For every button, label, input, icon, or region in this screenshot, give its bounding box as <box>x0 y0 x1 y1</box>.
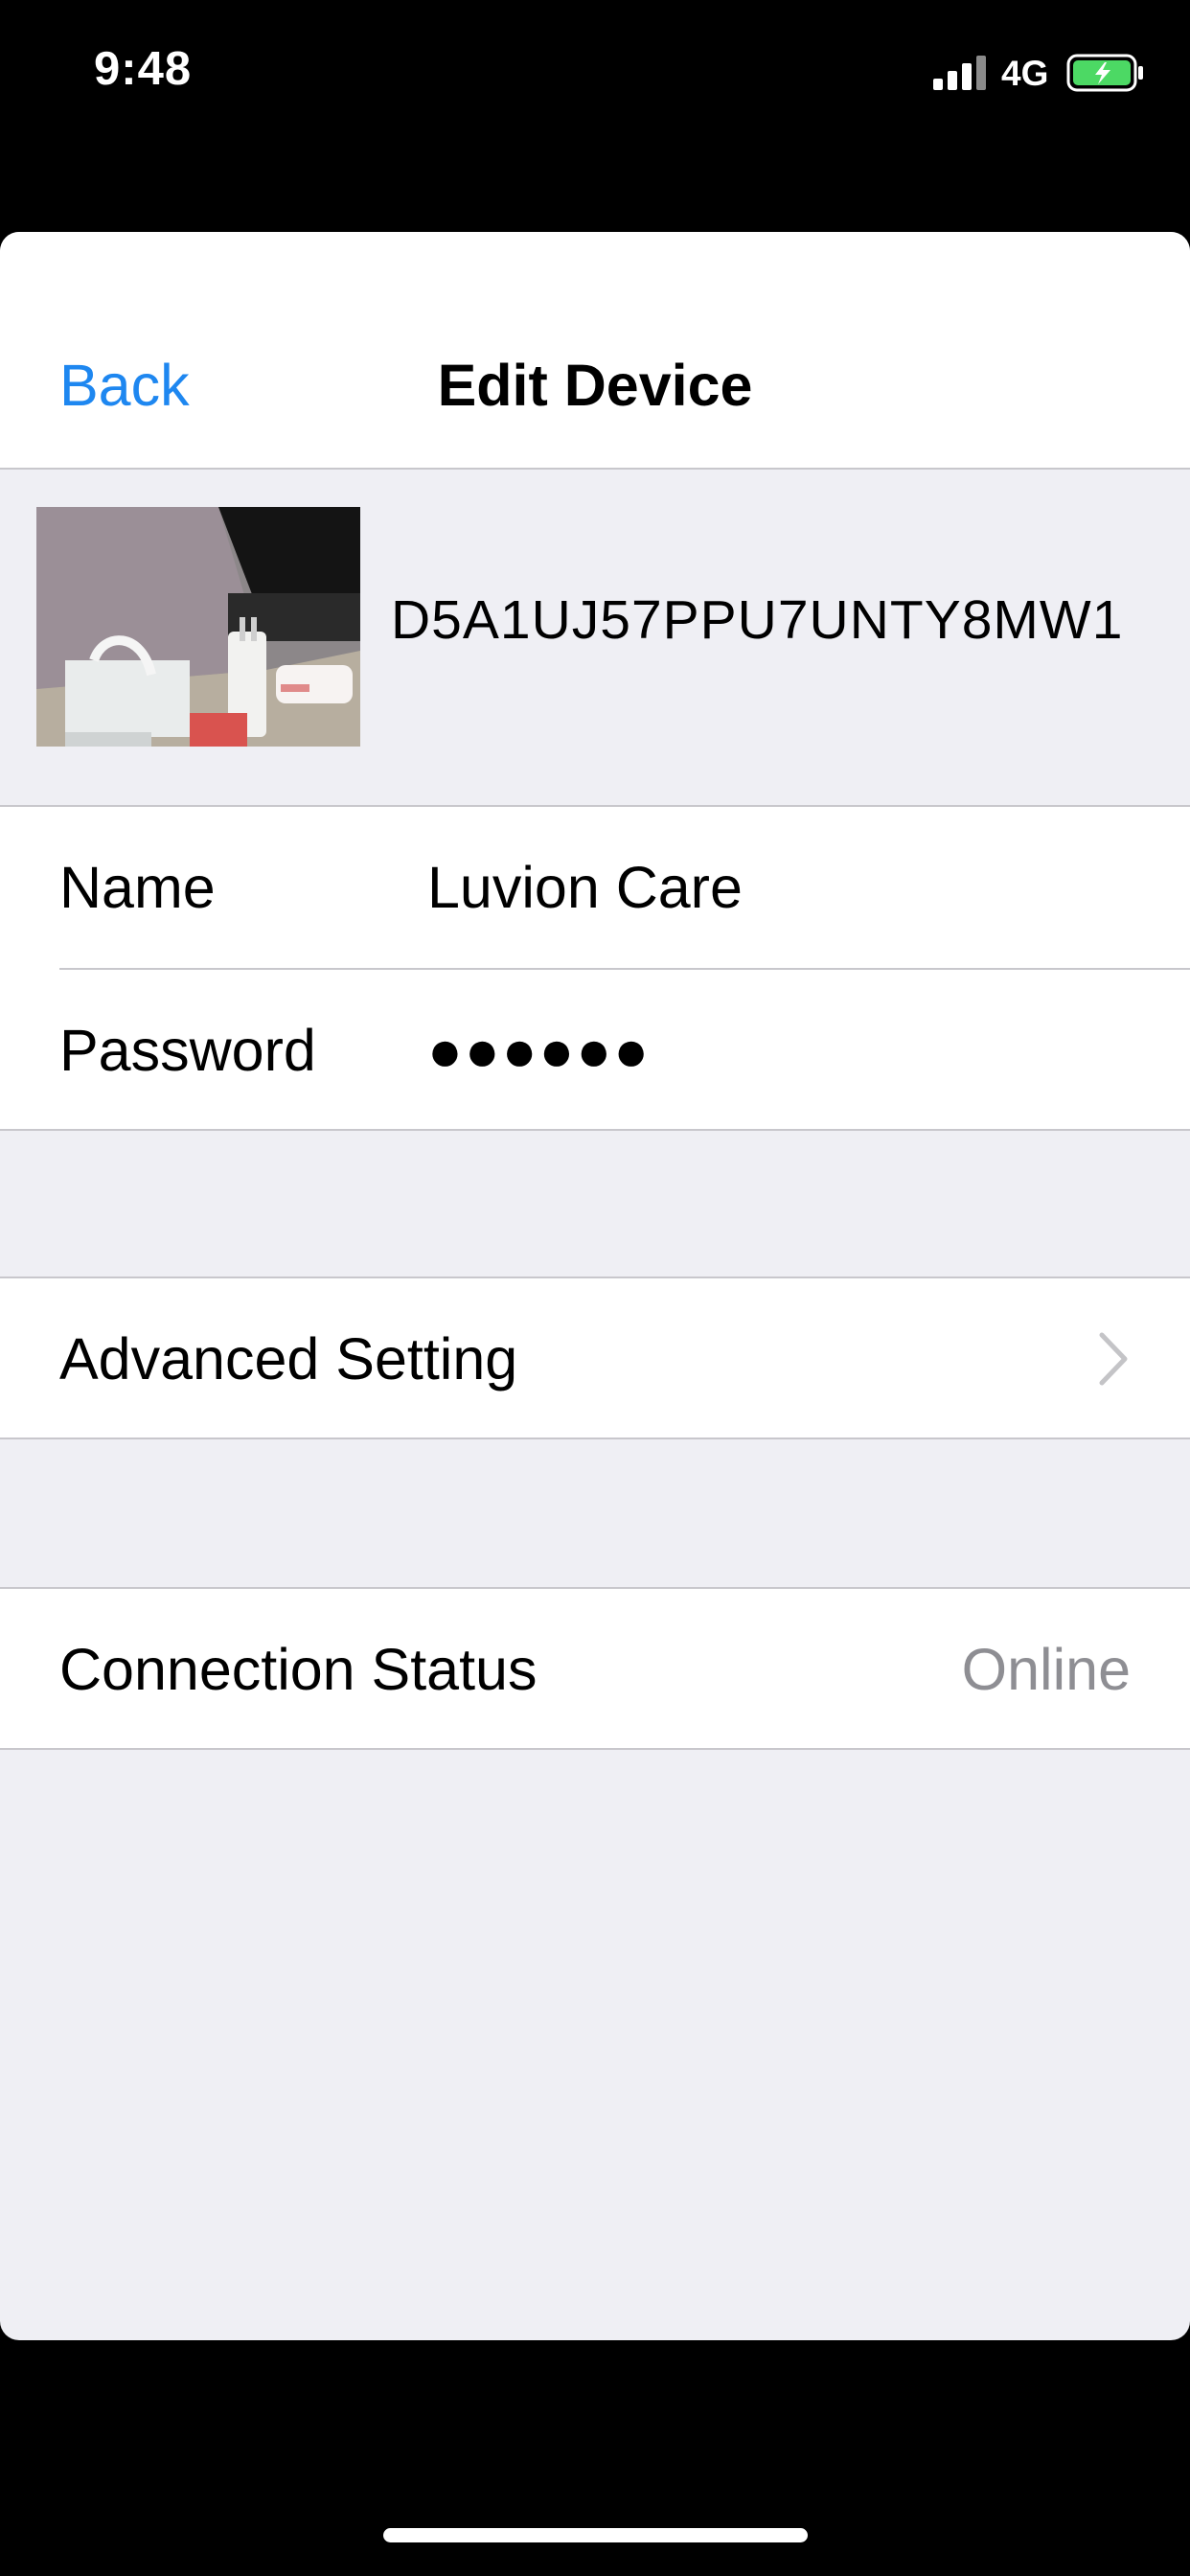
password-row[interactable]: Password ●●●●●● <box>0 970 1190 1131</box>
connection-status-group: Connection Status Online <box>0 1587 1190 1750</box>
device-fields-group: Name Luvion Care Password ●●●●●● <box>0 805 1190 1131</box>
home-indicator[interactable] <box>383 2528 808 2542</box>
navigation-bar: Back Edit Device <box>0 232 1190 470</box>
connection-status-label: Connection Status <box>59 1637 538 1702</box>
edit-device-sheet: Back Edit Device D5A1UJ57PPU7UNTY8MW1 Na… <box>0 232 1190 2340</box>
signal-icon <box>933 56 986 90</box>
password-field[interactable]: ●●●●●● <box>427 1017 651 1084</box>
connection-status-row: Connection Status Online <box>0 1589 1190 1750</box>
page-title: Edit Device <box>437 353 753 418</box>
battery-charging-icon <box>1066 54 1143 92</box>
advanced-setting-group: Advanced Setting <box>0 1276 1190 1439</box>
screen: 9:48 4G Back Edit Device D5A1UJ57PPU7UNT… <box>0 0 1190 2576</box>
name-field[interactable]: Luvion Care <box>427 854 743 921</box>
advanced-setting-label: Advanced Setting <box>59 1326 518 1392</box>
status-time: 9:48 <box>94 43 193 95</box>
advanced-setting-row[interactable]: Advanced Setting <box>0 1278 1190 1439</box>
chevron-right-icon <box>1099 1332 1128 1386</box>
device-snapshot-image[interactable] <box>36 507 360 747</box>
name-row[interactable]: Name Luvion Care <box>0 807 1190 968</box>
name-label: Name <box>59 855 216 920</box>
password-label: Password <box>59 1018 316 1083</box>
network-label: 4G <box>1001 54 1049 93</box>
status-bar: 9:48 4G <box>0 0 1190 144</box>
connection-status-value: Online <box>961 1637 1131 1702</box>
device-id: D5A1UJ57PPU7UNTY8MW1 <box>391 589 1124 651</box>
